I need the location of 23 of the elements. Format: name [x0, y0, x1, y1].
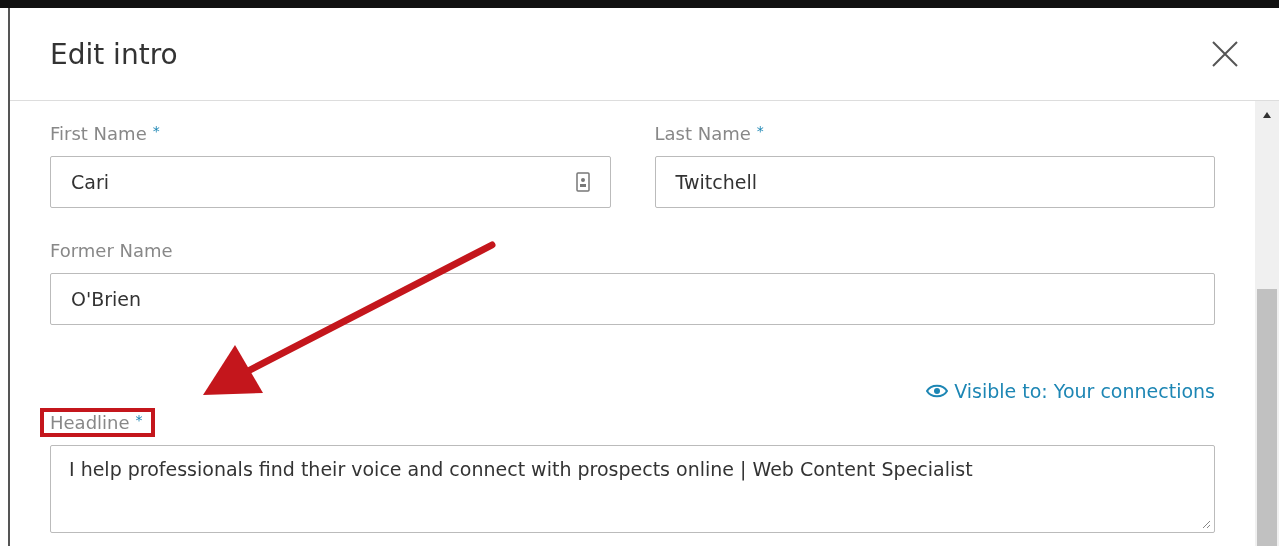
contact-card-icon — [575, 172, 590, 192]
visibility-link[interactable]: Visible to: Your connections — [926, 380, 1215, 402]
field-label: Former Name — [50, 239, 173, 263]
field-value: I help professionals find their voice and connect with prospects online | Web Content Specialist — [69, 458, 973, 480]
eye-icon — [926, 383, 949, 399]
field-value: O'Brien — [71, 288, 142, 310]
scroll-thumb[interactable] — [1257, 289, 1277, 546]
scroll-up-icon[interactable] — [1262, 111, 1272, 119]
field-value: Cari — [71, 171, 109, 193]
field-label: First Name — [50, 122, 147, 146]
field-label: Headline — [50, 411, 130, 435]
required-mark-icon: * — [135, 412, 143, 428]
required-mark-icon: * — [152, 123, 160, 139]
text-input[interactable]: O'Brien — [50, 273, 1215, 325]
field-value: Twitchell — [675, 171, 757, 193]
text-input[interactable]: Twitchell — [654, 156, 1215, 208]
field-label: Last Name — [654, 122, 751, 146]
dialog-title: Edit intro — [50, 37, 178, 71]
resize-grip-icon[interactable] — [1201, 519, 1211, 529]
text-input[interactable]: Cari — [50, 156, 611, 208]
required-mark-icon: * — [756, 123, 764, 139]
scrollbar[interactable] — [1255, 101, 1279, 546]
headline-textarea[interactable]: I help professionals find their voice and connect with prospects online | Web Content Specialist — [50, 445, 1215, 533]
